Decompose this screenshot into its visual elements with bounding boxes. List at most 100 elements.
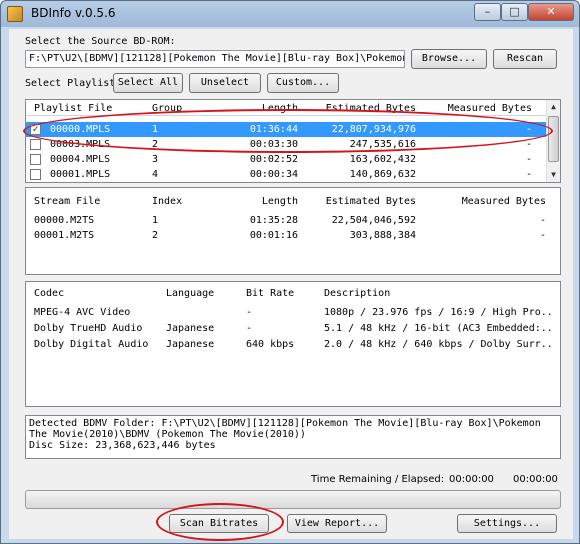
playlist-measured-bytes: - [525, 169, 532, 180]
source-path-field[interactable]: F:\PT\U2\[BDMV][121128][Pokemon The Movi… [25, 50, 405, 68]
col-estimated-bytes[interactable]: Estimated Bytes [308, 196, 416, 207]
codec-name: Dolby Digital Audio [34, 339, 149, 350]
codec-name: Dolby TrueHD Audio [34, 323, 143, 334]
scroll-thumb[interactable] [548, 116, 559, 162]
maximize-button[interactable]: □ [501, 3, 528, 21]
stream-index: 1 [152, 215, 159, 226]
codec-description: 5.1 / 48 kHz / 16-bit (AC3 Embedded:... [324, 323, 554, 334]
codec-row[interactable]: Dolby TrueHD Audio Japanese - 5.1 / 48 k… [26, 322, 560, 337]
app-icon [7, 6, 23, 22]
time-remaining-value: 00:00:00 [449, 474, 494, 485]
col-measured-bytes[interactable]: Measured Bytes [426, 103, 532, 114]
time-elapsed-value: 00:00:00 [513, 474, 558, 485]
stream-file: 00000.M2TS [34, 215, 95, 226]
playlist-row[interactable]: ✓ 00000.MPLS 1 01:36:44 22,807,934,976 - [26, 122, 560, 137]
playlist-measured-bytes: - [525, 124, 532, 135]
codec-row[interactable]: Dolby Digital Audio Japanese 640 kbps 2.… [26, 338, 560, 353]
playlist-row[interactable]: 00004.MPLS 3 00:02:52 163,602,432 - [26, 152, 560, 167]
source-label: Select the Source BD-ROM: [25, 36, 176, 47]
playlist-file: 00003.MPLS [50, 139, 111, 150]
checkbox-icon[interactable] [30, 154, 41, 165]
stream-length: 00:01:16 [249, 230, 298, 241]
codec-description: 2.0 / 48 kHz / 640 kbps / Dolby Surr... [324, 339, 554, 350]
browse-button[interactable]: Browse... [411, 49, 487, 69]
codec-bit-rate: 640 kbps [246, 339, 295, 350]
codec-language: Japanese [166, 323, 215, 334]
playlist-group: 1 [152, 124, 159, 135]
stream-measured-bytes: - [539, 230, 546, 241]
playlist-estimated-bytes: 22,807,934,976 [331, 124, 416, 135]
unselect-button[interactable]: Unselect [189, 73, 261, 93]
stream-index: 2 [152, 230, 159, 241]
stream-measured-bytes: - [539, 215, 546, 226]
stream-file-list[interactable]: Stream File Index Length Estimated Bytes… [25, 187, 561, 275]
checkbox-checked-icon[interactable]: ✓ [30, 124, 41, 135]
scan-bitrates-button[interactable]: Scan Bitrates [169, 514, 269, 533]
scroll-up-icon[interactable]: ▲ [547, 100, 560, 114]
app-window: BDInfo v.0.5.6 – □ ✕ Select the Source B… [0, 0, 580, 544]
playlist-file: 00000.MPLS [50, 124, 111, 135]
scroll-down-icon[interactable]: ▼ [547, 168, 560, 182]
playlist-group: 4 [152, 169, 159, 180]
playlist-group: 2 [152, 139, 159, 150]
col-codec[interactable]: Codec [34, 288, 64, 299]
codec-list-header: Codec Language Bit Rate Description [26, 282, 560, 302]
disc-info-text[interactable]: Detected BDMV Folder: F:\PT\U2\[BDMV][12… [25, 415, 561, 459]
settings-button[interactable]: Settings... [457, 514, 557, 533]
col-index[interactable]: Index [152, 196, 182, 207]
playlist-row[interactable]: 00001.MPLS 4 00:00:34 140,869,632 - [26, 167, 560, 182]
client-area: Select the Source BD-ROM: F:\PT\U2\[BDMV… [9, 29, 573, 539]
playlist-length: 01:36:44 [249, 124, 298, 135]
playlist-measured-bytes: - [525, 139, 532, 150]
col-playlist-file[interactable]: Playlist File [34, 103, 112, 114]
close-button[interactable]: ✕ [528, 3, 574, 21]
playlist-length: 00:02:52 [249, 154, 298, 165]
playlist-file: 00004.MPLS [50, 154, 111, 165]
codec-row[interactable]: MPEG-4 AVC Video - 1080p / 23.976 fps / … [26, 306, 560, 321]
rescan-button[interactable]: Rescan [493, 49, 557, 69]
playlist-list-header: Playlist File Group Length Estimated Byt… [26, 100, 560, 116]
stream-length: 01:35:28 [249, 215, 298, 226]
playlist-length: 00:03:30 [249, 139, 298, 150]
custom-button[interactable]: Custom... [267, 73, 339, 93]
stream-row[interactable]: 00000.M2TS 1 01:35:28 22,504,046,592 - [26, 214, 560, 229]
playlist-row[interactable]: 00003.MPLS 2 00:03:30 247,535,616 - [26, 137, 560, 152]
playlist-list[interactable]: Playlist File Group Length Estimated Byt… [25, 99, 561, 183]
playlist-estimated-bytes: 163,602,432 [349, 154, 416, 165]
select-all-button[interactable]: Select All [113, 73, 183, 93]
col-estimated-bytes[interactable]: Estimated Bytes [308, 103, 416, 114]
codec-bit-rate: - [246, 323, 253, 334]
codec-list[interactable]: Codec Language Bit Rate Description MPEG… [25, 281, 561, 407]
col-length[interactable]: Length [236, 103, 298, 114]
col-bit-rate[interactable]: Bit Rate [246, 288, 294, 299]
select-playlist-label: Select Playlist [25, 78, 116, 89]
playlist-group: 3 [152, 154, 159, 165]
col-measured-bytes[interactable]: Measured Bytes [426, 196, 546, 207]
col-stream-file[interactable]: Stream File [34, 196, 100, 207]
playlist-file: 00001.MPLS [50, 169, 111, 180]
col-group[interactable]: Group [152, 103, 182, 114]
window-title: BDInfo v.0.5.6 [31, 6, 116, 20]
col-description[interactable]: Description [324, 288, 390, 299]
checkbox-icon[interactable] [30, 139, 41, 150]
playlist-estimated-bytes: 140,869,632 [349, 169, 416, 180]
col-length[interactable]: Length [236, 196, 298, 207]
checkbox-icon[interactable] [30, 169, 41, 180]
playlist-scrollbar[interactable]: ▲ ▼ [546, 100, 560, 182]
scan-progress-bar [25, 490, 561, 509]
stream-list-header: Stream File Index Length Estimated Bytes… [26, 188, 560, 208]
minimize-button[interactable]: – [474, 3, 501, 21]
title-bar[interactable]: BDInfo v.0.5.6 – □ ✕ [1, 1, 579, 27]
playlist-length: 00:00:34 [249, 169, 298, 180]
playlist-measured-bytes: - [525, 154, 532, 165]
stream-file: 00001.M2TS [34, 230, 95, 241]
view-report-button[interactable]: View Report... [287, 514, 387, 533]
playlist-estimated-bytes: 247,535,616 [349, 139, 416, 150]
codec-description: 1080p / 23.976 fps / 16:9 / High Pro... [324, 307, 554, 318]
codec-language: Japanese [166, 339, 215, 350]
stream-estimated-bytes: 22,504,046,592 [331, 215, 416, 226]
stream-row[interactable]: 00001.M2TS 2 00:01:16 303,888,384 - [26, 229, 560, 244]
stream-estimated-bytes: 303,888,384 [349, 230, 416, 241]
col-language[interactable]: Language [166, 288, 214, 299]
time-remaining-label: Time Remaining / Elapsed: [311, 474, 445, 485]
